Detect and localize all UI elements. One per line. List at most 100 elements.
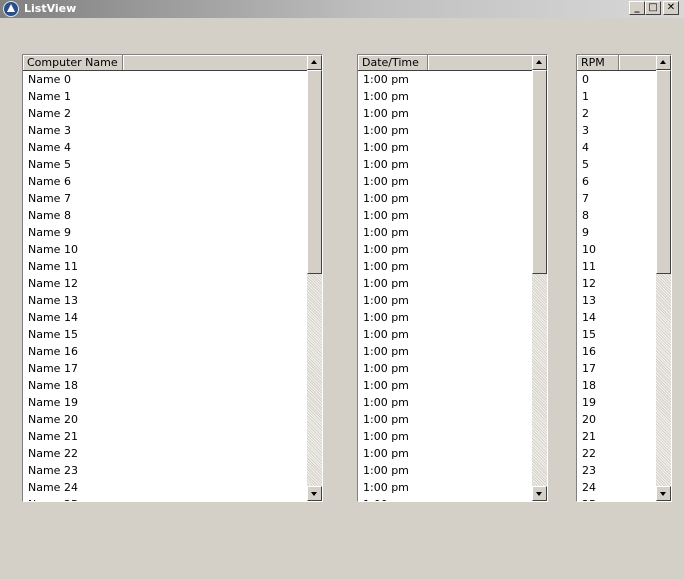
list-item[interactable]: 1:00 pm	[358, 309, 532, 326]
list-item[interactable]: 19	[577, 394, 656, 411]
list-item[interactable]: 1:00 pm	[358, 105, 532, 122]
list-item[interactable]: 17	[577, 360, 656, 377]
list-item[interactable]: 11	[577, 258, 656, 275]
list-item[interactable]: 10	[577, 241, 656, 258]
list-item[interactable]: Name 8	[23, 207, 307, 224]
minimize-button[interactable]: _	[629, 1, 645, 15]
list-item[interactable]: Name 20	[23, 411, 307, 428]
list-item[interactable]: 14	[577, 309, 656, 326]
list-item[interactable]: 13	[577, 292, 656, 309]
column-header-computer-name[interactable]: Computer Name	[23, 55, 123, 70]
list-item[interactable]: 25	[577, 496, 656, 501]
list-item[interactable]: Name 22	[23, 445, 307, 462]
list-item[interactable]: 8	[577, 207, 656, 224]
list-item[interactable]: 1:00 pm	[358, 88, 532, 105]
list-item[interactable]: 1:00 pm	[358, 394, 532, 411]
list-item[interactable]: 0	[577, 71, 656, 88]
list-item[interactable]: 1:00 pm	[358, 258, 532, 275]
list-item[interactable]: Name 25	[23, 496, 307, 501]
list-item[interactable]: 22	[577, 445, 656, 462]
list-item[interactable]: Name 13	[23, 292, 307, 309]
list-item[interactable]: Name 24	[23, 479, 307, 496]
list-item[interactable]: 1:00 pm	[358, 139, 532, 156]
list-item[interactable]: 23	[577, 462, 656, 479]
list-item[interactable]: Name 18	[23, 377, 307, 394]
list-item[interactable]: 1:00 pm	[358, 428, 532, 445]
list-item[interactable]: Name 0	[23, 71, 307, 88]
list-item[interactable]: 1:00 pm	[358, 122, 532, 139]
list-item[interactable]: 1:00 pm	[358, 224, 532, 241]
list-item[interactable]: 16	[577, 343, 656, 360]
list-item[interactable]: 5	[577, 156, 656, 173]
list-item[interactable]: 21	[577, 428, 656, 445]
list-item[interactable]: 20	[577, 411, 656, 428]
list-item[interactable]: 1:00 pm	[358, 445, 532, 462]
scroll-down-button[interactable]	[656, 486, 671, 501]
list-item[interactable]: 2	[577, 105, 656, 122]
list-item[interactable]: 1:00 pm	[358, 326, 532, 343]
list-item[interactable]: Name 11	[23, 258, 307, 275]
list-item[interactable]: 1:00 pm	[358, 207, 532, 224]
list-item[interactable]: Name 14	[23, 309, 307, 326]
list-item[interactable]: Name 21	[23, 428, 307, 445]
list-item[interactable]: 15	[577, 326, 656, 343]
vertical-scrollbar[interactable]	[656, 55, 671, 501]
list-item[interactable]: 1:00 pm	[358, 71, 532, 88]
scroll-up-button[interactable]	[532, 55, 547, 70]
list-item[interactable]: 1:00 pm	[358, 241, 532, 258]
title-bar[interactable]: ListView _ □ ✕	[0, 0, 684, 18]
rpm-listview[interactable]: RPM 0 1 2 3 4 5 6 7 8 9 10 11 12 13 14 15 16 17 18 19 20 21 22…	[576, 54, 672, 502]
list-item[interactable]: 1:00 pm	[358, 190, 532, 207]
list-item[interactable]: Name 23	[23, 462, 307, 479]
list-item[interactable]: 1	[577, 88, 656, 105]
list-item[interactable]: 12	[577, 275, 656, 292]
listview-body[interactable]: 0 1 2 3 4 5 6 7 8 9 10 11 12 13 14 15 16 17 18 19 20 21 22 23 24…	[577, 71, 656, 501]
list-item[interactable]: 1:00 pm	[358, 360, 532, 377]
list-item[interactable]: Name 10	[23, 241, 307, 258]
listview-body[interactable]: 1:00 pm 1:00 pm 1:00 pm 1:00 pm 1:00 pm 1:00 …	[358, 71, 532, 501]
list-item[interactable]: Name 4	[23, 139, 307, 156]
listview-body[interactable]: Name 0 Name 1 Name 2 Name 3 Name 4 Name 5 Name…	[23, 71, 307, 501]
list-item[interactable]: 7	[577, 190, 656, 207]
list-item[interactable]: Name 1	[23, 88, 307, 105]
list-item[interactable]: Name 19	[23, 394, 307, 411]
list-item[interactable]: Name 17	[23, 360, 307, 377]
datetime-listview[interactable]: Date/Time 1:00 pm 1:00 pm 1:00 pm 1:00 pm 1:…	[357, 54, 548, 502]
list-item[interactable]: 1:00 pm	[358, 411, 532, 428]
list-item[interactable]: 1:00 pm	[358, 377, 532, 394]
list-item[interactable]: Name 3	[23, 122, 307, 139]
scroll-up-button[interactable]	[656, 55, 671, 70]
list-item[interactable]: 1:00 pm	[358, 173, 532, 190]
list-item[interactable]: 6	[577, 173, 656, 190]
vertical-scrollbar[interactable]	[532, 55, 547, 501]
app-logo-icon[interactable]	[3, 1, 19, 17]
scroll-thumb[interactable]	[656, 70, 671, 274]
close-button[interactable]: ✕	[663, 1, 679, 15]
list-item[interactable]: 1:00 pm	[358, 496, 532, 501]
scroll-down-button[interactable]	[532, 486, 547, 501]
list-item[interactable]: 3	[577, 122, 656, 139]
list-item[interactable]: 1:00 pm	[358, 275, 532, 292]
list-item[interactable]: Name 12	[23, 275, 307, 292]
column-header-rpm[interactable]: RPM	[577, 55, 619, 70]
scroll-thumb[interactable]	[307, 70, 322, 274]
list-item[interactable]: 1:00 pm	[358, 479, 532, 496]
list-item[interactable]: 1:00 pm	[358, 156, 532, 173]
list-item[interactable]: Name 16	[23, 343, 307, 360]
computer-name-listview[interactable]: Computer Name Name 0 Name 1 Name 2 Name 3 Na…	[22, 54, 323, 502]
list-item[interactable]: 18	[577, 377, 656, 394]
list-item[interactable]: Name 9	[23, 224, 307, 241]
column-header-datetime[interactable]: Date/Time	[358, 55, 428, 70]
list-item[interactable]: Name 7	[23, 190, 307, 207]
list-item[interactable]: Name 5	[23, 156, 307, 173]
list-item[interactable]: Name 15	[23, 326, 307, 343]
list-item[interactable]: 1:00 pm	[358, 343, 532, 360]
list-item[interactable]: 1:00 pm	[358, 292, 532, 309]
scroll-thumb[interactable]	[532, 70, 547, 274]
scroll-up-button[interactable]	[307, 55, 322, 70]
list-item[interactable]: 4	[577, 139, 656, 156]
list-item[interactable]: 1:00 pm	[358, 462, 532, 479]
list-item[interactable]: Name 6	[23, 173, 307, 190]
list-item[interactable]: 24	[577, 479, 656, 496]
list-item[interactable]: Name 2	[23, 105, 307, 122]
